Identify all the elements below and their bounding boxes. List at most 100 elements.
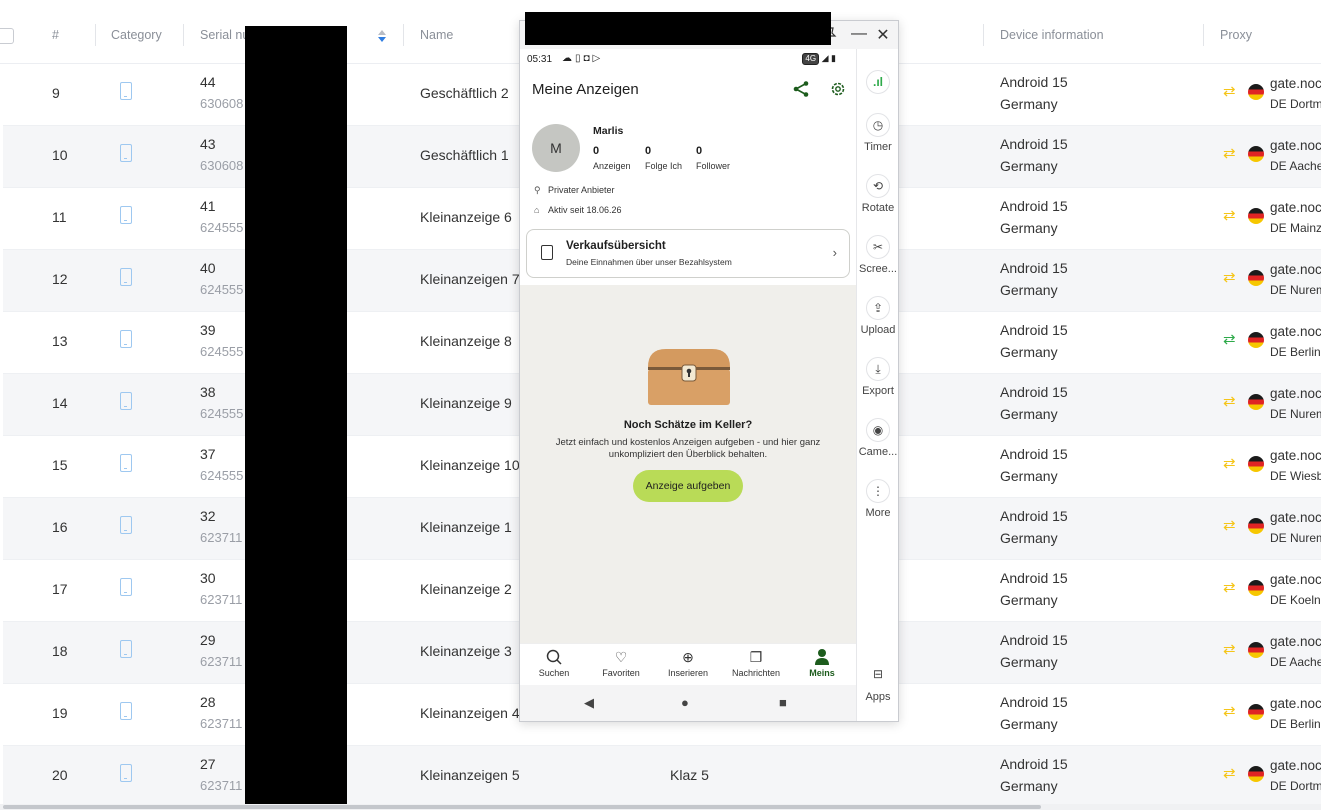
upload-button[interactable]: ⇪ Upload bbox=[857, 296, 899, 336]
nav-item-mine[interactable]: Meins bbox=[790, 648, 854, 678]
device-name[interactable]: Kleinanzeige 2 bbox=[420, 581, 512, 597]
serial-id: 624555 bbox=[200, 220, 244, 235]
empty-state: Noch Schätze im Keller? Jetzt einfach un… bbox=[520, 285, 856, 643]
proxy-swap-icon[interactable]: ⇄ bbox=[1223, 392, 1236, 410]
header-device-information[interactable]: Device information bbox=[1000, 28, 1104, 42]
device-name[interactable]: Kleinanzeige 8 bbox=[420, 333, 512, 349]
receipt-icon bbox=[541, 245, 553, 260]
status-time: 05:31 bbox=[527, 54, 553, 65]
timer-button[interactable]: ◷ Timer bbox=[857, 113, 899, 153]
signal-button[interactable]: .ıl bbox=[857, 70, 899, 94]
proxy-swap-icon[interactable]: ⇄ bbox=[1223, 206, 1236, 224]
serial-id: 623711 bbox=[200, 716, 243, 731]
more-icon: ⋮ bbox=[866, 479, 890, 503]
phone-icon bbox=[120, 764, 132, 782]
proxy-swap-icon[interactable]: ⇄ bbox=[1223, 82, 1236, 100]
device-name[interactable]: Kleinanzeigen 7 bbox=[420, 271, 520, 287]
proxy-swap-icon[interactable]: ⇄ bbox=[1223, 330, 1236, 348]
proxy-swap-icon[interactable]: ⇄ bbox=[1223, 764, 1236, 782]
nav-item-favorites[interactable]: ♡ Favoriten bbox=[589, 648, 653, 678]
device-name[interactable]: Kleinanzeige 9 bbox=[420, 395, 512, 411]
os-version: Android 15 bbox=[1000, 384, 1068, 400]
proxy-swap-icon[interactable]: ⇄ bbox=[1223, 702, 1236, 720]
device-name[interactable]: Kleinanzeige 3 bbox=[420, 643, 512, 659]
device-name[interactable]: Kleinanzeige 10 bbox=[420, 457, 520, 473]
header-category[interactable]: Category bbox=[111, 28, 162, 42]
proxy-location: DE Nurem bbox=[1270, 407, 1321, 421]
device-name[interactable]: Geschäftlich 1 bbox=[420, 147, 509, 163]
device-name[interactable]: Kleinanzeigen 4 bbox=[420, 705, 520, 721]
device-country: Germany bbox=[1000, 530, 1058, 546]
nav-item-create[interactable]: ⊕ Inserieren bbox=[656, 648, 720, 678]
share-icon[interactable] bbox=[792, 80, 810, 98]
device-country: Germany bbox=[1000, 778, 1058, 794]
header-name[interactable]: Name bbox=[420, 28, 453, 42]
device-name[interactable]: Geschäftlich 2 bbox=[420, 85, 509, 101]
treasure-chest-icon bbox=[648, 349, 730, 405]
nav-item-search[interactable]: Suchen bbox=[522, 648, 586, 678]
minimize-button[interactable]: — bbox=[850, 25, 868, 43]
proxy-host: gate.noc bbox=[1270, 386, 1321, 401]
column-divider[interactable] bbox=[403, 24, 404, 46]
proxy-location: DE Berlin bbox=[1270, 345, 1321, 359]
device-country: Germany bbox=[1000, 592, 1058, 608]
column-divider[interactable] bbox=[1203, 24, 1204, 46]
device-name[interactable]: Kleinanzeige 1 bbox=[420, 519, 512, 535]
stat-following-label: Folge Ich bbox=[645, 161, 683, 171]
germany-flag-icon bbox=[1248, 208, 1264, 224]
device-toolbar: .ıl ◷ Timer ⟲ Rotate ✂ Scree... ⇪ Upload… bbox=[856, 49, 898, 721]
home-icon[interactable]: ● bbox=[681, 695, 689, 710]
proxy-swap-icon[interactable]: ⇄ bbox=[1223, 640, 1236, 658]
serial-id: 623711 bbox=[200, 592, 243, 607]
seller-type-row: ⚲ Privater Anbieter bbox=[534, 185, 615, 196]
phone-screen[interactable]: 05:31 ☁▯◘▷ 4G ◢ ▮ Meine Anzeigen M Marli… bbox=[520, 49, 856, 721]
battery-icon: ▮ bbox=[831, 53, 836, 63]
avatar[interactable]: M bbox=[532, 124, 580, 172]
rotate-button[interactable]: ⟲ Rotate bbox=[857, 174, 899, 214]
column-divider[interactable] bbox=[183, 24, 184, 46]
apps-button[interactable]: ⊟ Apps bbox=[857, 663, 899, 703]
messages-icon: ❐ bbox=[749, 649, 763, 665]
row-index: 17 bbox=[52, 581, 68, 597]
column-divider[interactable] bbox=[983, 24, 984, 46]
stat-ads-label: Anzeigen bbox=[593, 161, 631, 171]
export-button[interactable]: ⤓ Export bbox=[857, 357, 899, 397]
device-country: Germany bbox=[1000, 282, 1058, 298]
os-version: Android 15 bbox=[1000, 198, 1068, 214]
screenshot-button[interactable]: ✂ Scree... bbox=[857, 235, 899, 275]
device-manager-app: # Category Serial nu Name Device informa… bbox=[0, 0, 1321, 810]
more-button[interactable]: ⋮ More bbox=[857, 479, 899, 519]
horizontal-scrollbar[interactable] bbox=[0, 804, 1321, 810]
create-ad-button[interactable]: Anzeige aufgeben bbox=[633, 470, 743, 502]
proxy-swap-icon[interactable]: ⇄ bbox=[1223, 268, 1236, 286]
proxy-location: DE Berlin bbox=[1270, 717, 1321, 731]
row-index: 15 bbox=[52, 457, 68, 473]
proxy-swap-icon[interactable]: ⇄ bbox=[1223, 454, 1236, 472]
recents-icon[interactable]: ■ bbox=[779, 695, 787, 710]
back-icon[interactable]: ◀ bbox=[584, 695, 594, 711]
phone-icon bbox=[120, 330, 132, 348]
nav-item-messages[interactable]: ❐ Nachrichten bbox=[724, 648, 788, 678]
select-all-checkbox[interactable] bbox=[0, 28, 14, 44]
export-icon: ⤓ bbox=[866, 357, 890, 381]
toolbar-label: Scree... bbox=[859, 263, 897, 275]
device-name[interactable]: Kleinanzeigen 5 bbox=[420, 767, 520, 783]
gear-icon[interactable] bbox=[830, 81, 846, 97]
header-serial[interactable]: Serial nu bbox=[200, 28, 249, 42]
phone-icon bbox=[120, 454, 132, 472]
column-divider[interactable] bbox=[95, 24, 96, 46]
proxy-swap-icon[interactable]: ⇄ bbox=[1223, 516, 1236, 534]
sort-icon[interactable] bbox=[376, 28, 388, 44]
table-row[interactable]: 20 27 623711 Kleinanzeigen 5 Klaz 5 Andr… bbox=[3, 746, 1321, 808]
header-proxy[interactable]: Proxy bbox=[1220, 28, 1252, 42]
close-button[interactable]: ✕ bbox=[874, 25, 892, 45]
proxy-swap-icon[interactable]: ⇄ bbox=[1223, 578, 1236, 596]
nav-label: Suchen bbox=[538, 668, 570, 678]
scrollbar-thumb[interactable] bbox=[3, 805, 1041, 809]
sales-overview-card[interactable]: Verkaufsübersicht Deine Einnahmen über u… bbox=[526, 229, 850, 278]
device-name[interactable]: Kleinanzeige 6 bbox=[420, 209, 512, 225]
serial-number: 40 bbox=[200, 260, 216, 276]
device-country: Germany bbox=[1000, 654, 1058, 670]
proxy-swap-icon[interactable]: ⇄ bbox=[1223, 144, 1236, 162]
camera-button[interactable]: ◉ Came... bbox=[857, 418, 899, 458]
